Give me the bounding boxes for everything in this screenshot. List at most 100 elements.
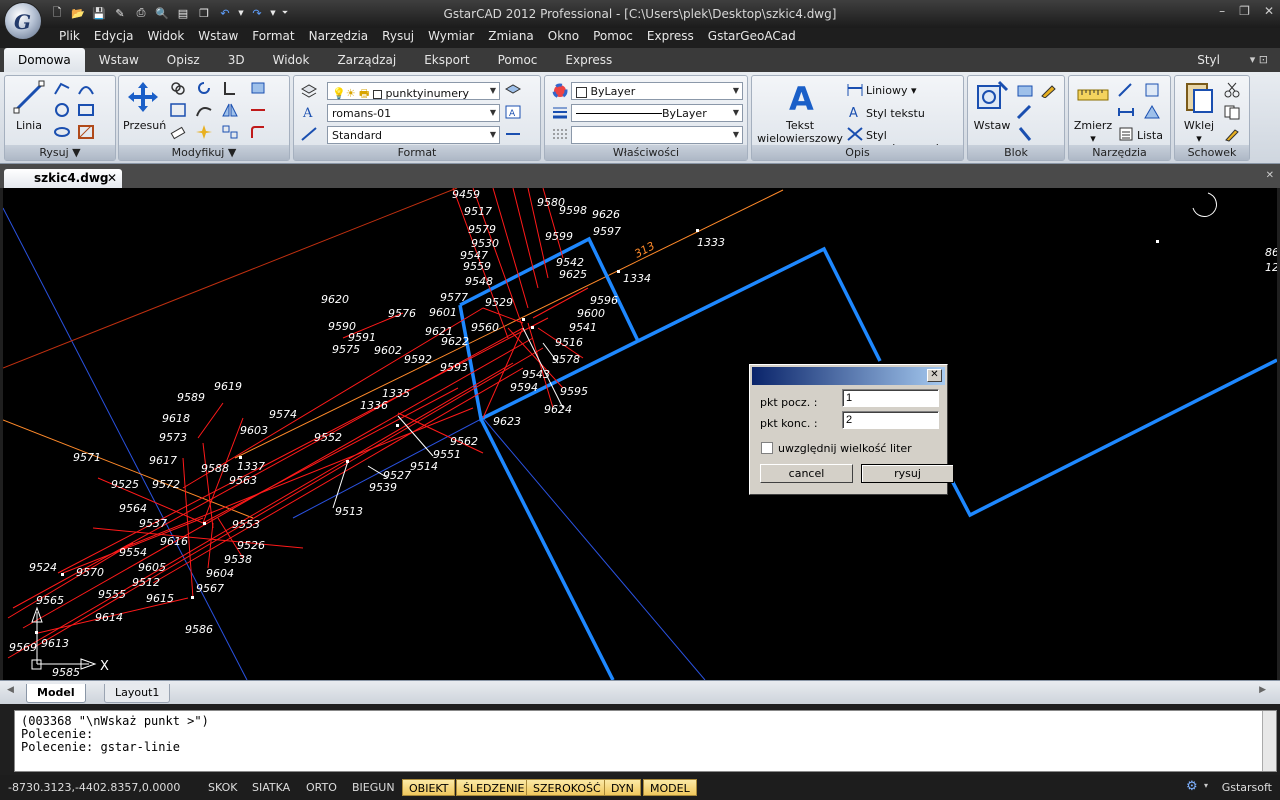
trim-icon[interactable] (221, 80, 239, 96)
lineweight-toggle[interactable]: SZEROKOŚĆ (526, 779, 608, 796)
erase-icon[interactable] (169, 124, 187, 140)
color-wheel-icon[interactable] (551, 83, 569, 99)
panel-modyfikuj-title[interactable]: Modyfikuj ▼ (119, 145, 289, 160)
menu-wymiar[interactable]: Wymiar (421, 28, 481, 48)
block-edit-icon[interactable] (1040, 82, 1058, 98)
panel-rysuj-title[interactable]: Rysuj ▼ (5, 145, 115, 160)
close-document-icon[interactable]: ✕ (107, 171, 117, 185)
status-menu-icon[interactable]: ▾ (1204, 781, 1208, 790)
ribbon-minimize-icon[interactable]: ▾ ⊡ (1250, 53, 1268, 66)
layer-state-icon[interactable] (504, 83, 522, 99)
text-style-icon[interactable]: A (300, 104, 318, 120)
menu-zmiana[interactable]: Zmiana (481, 28, 541, 48)
drawing-svg[interactable]: 9459 9517 9579 9530 9547 9559 9548 9577 … (3, 188, 1277, 680)
move-button[interactable]: Przesuń (123, 80, 166, 132)
mirror-icon[interactable] (221, 102, 239, 118)
hatch-icon[interactable] (77, 124, 95, 140)
menu-plik[interactable]: Plik (52, 28, 87, 48)
paste-button[interactable]: Wklej ▾ (1179, 80, 1219, 145)
menu-pomoc[interactable]: Pomoc (586, 28, 640, 48)
linetype-icon[interactable] (551, 126, 569, 142)
cancel-button[interactable]: cancel (760, 464, 853, 483)
grid-toggle[interactable]: SIATKA (246, 779, 296, 796)
doc-close-icon[interactable]: ✕ (1266, 170, 1274, 181)
tab-opisz[interactable]: Opisz (153, 48, 214, 72)
polyline-icon[interactable] (53, 80, 71, 96)
rectangle-icon[interactable] (77, 102, 95, 118)
offset-icon[interactable] (249, 124, 267, 140)
text-style-manager-icon[interactable]: A (846, 104, 864, 120)
tab-express[interactable]: Express (551, 48, 626, 72)
list-icon[interactable] (1117, 126, 1135, 142)
dim-style-icon[interactable] (300, 126, 318, 142)
app-menu-button[interactable]: G (4, 2, 42, 40)
match-properties-icon[interactable] (1223, 126, 1241, 142)
explode-icon[interactable] (195, 124, 213, 140)
block-attribute-icon[interactable] (1016, 104, 1034, 120)
dyn-toggle[interactable]: DYN (604, 779, 641, 796)
arc-icon[interactable] (77, 80, 95, 96)
tab-zarzadzaj[interactable]: Zarządzaj (323, 48, 410, 72)
fillet-icon[interactable] (249, 80, 267, 96)
area-icon[interactable] (1143, 104, 1161, 120)
list-button[interactable]: Lista (1137, 129, 1163, 142)
line-button[interactable]: Linia (11, 80, 47, 132)
model-toggle[interactable]: MODEL (643, 779, 697, 796)
measure-button[interactable]: Zmierz ▾ (1073, 80, 1113, 145)
case-sensitive-checkbox[interactable] (761, 442, 773, 454)
menu-okno[interactable]: Okno (541, 28, 586, 48)
menu-wstaw[interactable]: Wstaw (191, 28, 245, 48)
insert-block-button[interactable]: Wstaw (972, 80, 1012, 132)
communication-icon[interactable]: ⚙ (1186, 779, 1198, 794)
lineweight-dropdown[interactable]: ▼ (571, 126, 743, 144)
text-style-dropdown[interactable]: romans-01 ▼ (327, 104, 500, 122)
menu-widok[interactable]: Widok (140, 28, 191, 48)
tab-layout1[interactable]: Layout1 (104, 684, 171, 703)
dialog-title-bar[interactable]: ✕ (752, 367, 945, 385)
dim-style-dropdown[interactable]: Standard ▼ (327, 126, 500, 144)
linear-dim-button[interactable]: Liniowy ▾ (866, 84, 916, 97)
distance-icon[interactable] (1117, 104, 1135, 120)
ortho-toggle[interactable]: ORTO (300, 779, 343, 796)
polar-toggle[interactable]: BIEGUN (346, 779, 401, 796)
menu-narzedzia[interactable]: Narzędzia (302, 28, 376, 48)
menu-express[interactable]: Express (640, 28, 701, 48)
command-scrollbar[interactable] (1262, 711, 1276, 771)
menu-rysuj[interactable]: Rysuj (375, 28, 421, 48)
tab-3d[interactable]: 3D (214, 48, 259, 72)
block-tool-icon[interactable] (1016, 126, 1034, 142)
cut-icon[interactable] (1223, 82, 1241, 98)
dim-style-manager-icon[interactable] (846, 126, 864, 142)
array-icon[interactable] (169, 102, 187, 118)
linetype-dropdown[interactable]: ByLayer ▼ (571, 104, 743, 122)
tab-model[interactable]: Model (26, 684, 86, 703)
tab-widok[interactable]: Widok (259, 48, 324, 72)
tab-eksport[interactable]: Eksport (410, 48, 483, 72)
stretch-icon[interactable] (195, 102, 213, 118)
drawing-canvas[interactable]: 9459 9517 9579 9530 9547 9559 9548 9577 … (3, 188, 1277, 680)
close-icon[interactable]: ✕ (1264, 4, 1274, 18)
tab-pomoc[interactable]: Pomoc (484, 48, 552, 72)
copy-object-icon[interactable] (169, 80, 187, 96)
end-point-input[interactable] (842, 411, 939, 429)
text-icon[interactable]: A (504, 104, 522, 120)
scroll-right-icon[interactable]: ▶ (1259, 685, 1266, 695)
draw-button[interactable]: rysuj (861, 464, 954, 483)
copy-clip-icon[interactable] (1223, 104, 1241, 120)
snap-toggle[interactable]: SKOK (202, 779, 243, 796)
extend-icon[interactable] (249, 102, 267, 118)
rotate-icon[interactable] (195, 80, 213, 96)
create-block-icon[interactable] (1016, 82, 1034, 98)
layer-dropdown[interactable]: 💡☀ 🖶 punktyinumery ▼ (327, 82, 500, 100)
tab-wstaw[interactable]: Wstaw (85, 48, 153, 72)
menu-format[interactable]: Format (245, 28, 301, 48)
menu-edycja[interactable]: Edycja (87, 28, 141, 48)
calculator-icon[interactable] (1143, 82, 1161, 98)
ellipse-icon[interactable] (53, 124, 71, 140)
lineweight-icon[interactable] (551, 104, 569, 120)
layer-manager-icon[interactable] (300, 83, 318, 99)
command-line[interactable]: (003368 "\nWskaż punkt >") Polecenie: Po… (14, 710, 1277, 772)
minimize-icon[interactable]: – (1219, 4, 1225, 18)
menu-gstargeoacad[interactable]: GstarGeoACad (701, 28, 803, 48)
id-point-icon[interactable] (1117, 82, 1135, 98)
